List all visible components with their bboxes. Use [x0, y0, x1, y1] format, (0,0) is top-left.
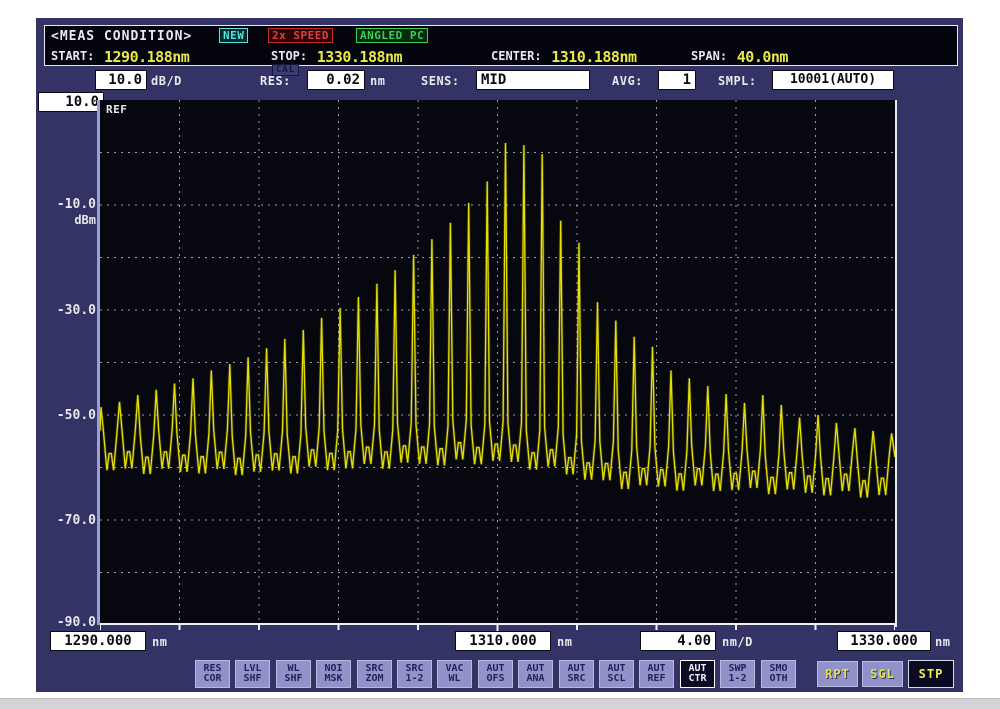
x-scale-value-box[interactable]: 4.00	[640, 631, 716, 651]
softkey-lvl-shf[interactable]: LVLSHF	[235, 660, 270, 688]
level-scale-input[interactable]: 10.0	[95, 70, 147, 90]
spectrum-trace	[100, 143, 895, 498]
softkey-src-1-2[interactable]: SRC1-2	[397, 660, 432, 688]
start-value: 1290.188nm	[104, 48, 189, 66]
x-stop-unit: nm	[935, 635, 950, 649]
new-status-badge: NEW	[219, 28, 248, 43]
x-center-unit: nm	[557, 635, 572, 649]
softkey-aut-ofs[interactable]: AUTOFS	[478, 660, 513, 688]
page-bottom-scrollbar[interactable]	[0, 698, 1000, 709]
x-scale-unit: nm/D	[722, 635, 753, 649]
start-wavelength-field[interactable]: START: 1290.188nm	[51, 47, 189, 66]
speed-status-badge: 2x SPEED	[268, 28, 333, 43]
x-center-value-box[interactable]: 1310.000	[455, 631, 551, 651]
y-tick-minus30: -30.0	[36, 303, 96, 318]
plot-right-border	[895, 100, 897, 627]
sensitivity-input[interactable]: MID	[476, 70, 590, 90]
center-wavelength-field[interactable]: CENTER: 1310.188nm	[491, 47, 637, 66]
resolution-input[interactable]: 0.02	[307, 70, 365, 90]
y-tick-minus50: -50.0	[36, 408, 96, 423]
sensitivity-label: SENS:	[421, 74, 460, 88]
softkey-res-cor[interactable]: RESCOR	[195, 660, 230, 688]
y-axis-unit: dBm	[36, 213, 96, 227]
stop-label: STOP:	[271, 49, 307, 63]
x-start-unit: nm	[152, 635, 167, 649]
ref-marker-label: REF	[106, 103, 127, 116]
meas-condition-title: <MEAS CONDITION>	[51, 29, 192, 44]
y-tick-minus90: -90.0	[36, 615, 96, 630]
softkey-wl-shf[interactable]: WLSHF	[276, 660, 311, 688]
y-tick-minus10: -10.0	[36, 197, 96, 212]
center-value: 1310.188nm	[551, 48, 636, 66]
span-label: SPAN:	[691, 49, 727, 63]
single-sweep-button[interactable]: SGL	[862, 661, 903, 687]
start-label: START:	[51, 49, 94, 63]
softkey-swp-1-2[interactable]: SWP1-2	[720, 660, 755, 688]
softkey-smo-oth[interactable]: SMOOTH	[761, 660, 796, 688]
softkey-aut-ref[interactable]: AUTREF	[639, 660, 674, 688]
softkey-aut-scl[interactable]: AUTSCL	[599, 660, 634, 688]
repeat-sweep-button[interactable]: RPT	[817, 661, 858, 687]
page: { "header": { "title": "<MEAS CONDITION>…	[0, 0, 1000, 708]
softkey-aut-src[interactable]: AUTSRC	[559, 660, 594, 688]
x-stop-value-box[interactable]: 1330.000	[837, 631, 931, 651]
angled-pc-status-badge: ANGLED PC	[356, 28, 428, 43]
spectrum-plot-area	[100, 100, 895, 625]
center-label: CENTER:	[491, 49, 542, 63]
softkey-vac-wl[interactable]: VACWL	[437, 660, 472, 688]
average-label: AVG:	[612, 74, 643, 88]
softkey-src-zom[interactable]: SRCZOM	[357, 660, 392, 688]
softkey-aut-ana[interactable]: AUTANA	[518, 660, 553, 688]
osa-screen: <MEAS CONDITION> NEW 2x SPEED ANGLED PC …	[36, 18, 963, 692]
resolution-unit: nm	[370, 74, 385, 88]
measurement-condition-panel: <MEAS CONDITION> NEW 2x SPEED ANGLED PC …	[44, 25, 958, 66]
stop-value: 1330.188nm	[317, 48, 402, 66]
span-value: 40.0nm	[737, 48, 788, 66]
level-scale-unit: dB/D	[151, 74, 182, 88]
resolution-label: RES:	[260, 74, 291, 88]
y-tick-minus70: -70.0	[36, 513, 96, 528]
stop-sweep-button[interactable]: STP	[908, 660, 954, 688]
ref-level-input[interactable]: 10.0	[38, 92, 104, 112]
grid-lines	[100, 100, 895, 625]
x-start-value-box[interactable]: 1290.000	[50, 631, 146, 651]
softkey-aut-ctr[interactable]: AUTCTR	[680, 660, 715, 688]
spectrum-trace-canvas	[100, 100, 895, 625]
span-field[interactable]: SPAN: 40.0nm	[691, 47, 788, 66]
average-input[interactable]: 1	[658, 70, 696, 90]
sampling-label: SMPL:	[718, 74, 757, 88]
softkey-noi-msk[interactable]: NOIMSK	[316, 660, 351, 688]
sampling-input[interactable]: 10001(AUTO)	[772, 70, 894, 90]
